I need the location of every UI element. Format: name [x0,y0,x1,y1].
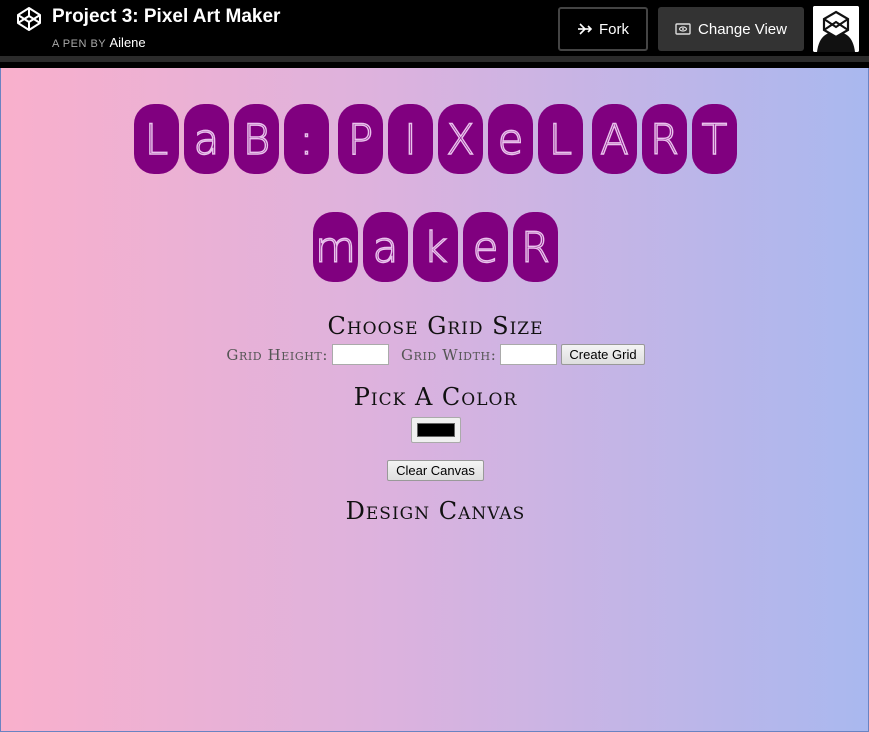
letter-tile: : [284,104,329,174]
author-link[interactable]: Ailene [110,35,146,50]
letter-tile: I [388,104,433,174]
fork-icon [578,23,593,35]
create-grid-button[interactable]: Create Grid [561,344,645,365]
letter-tile: L [538,104,583,174]
headline-word: P I X e L [338,104,583,174]
fork-button[interactable]: Fork [558,7,648,51]
grid-size-heading: Choose Grid Size [327,312,544,340]
headline-word: A R T [592,104,737,174]
codepen-header: Project 3: Pixel Art Maker A PEN BY Aile… [0,0,869,62]
change-view-button[interactable]: Change View [658,7,804,51]
letter-tile: k [413,212,458,282]
grid-height-label: Grid Height: [226,345,329,364]
headline-word: m a k e R [313,212,558,282]
pen-title[interactable]: Project 3: Pixel Art Maker [52,6,280,28]
color-heading: Pick A Color [353,383,518,411]
codepen-logo-icon[interactable] [16,6,42,32]
pen-preview: L a B : P I X e L A R T m a k e R Choose… [0,68,869,732]
letter-tile: B [234,104,279,174]
letter-tile: X [438,104,483,174]
fork-label: Fork [599,20,629,38]
letter-tile: R [642,104,687,174]
headline-word: L a B : [134,104,329,174]
letter-tile: e [488,104,533,174]
letter-tile: T [692,104,737,174]
design-canvas-heading: Design Canvas [345,497,526,525]
grid-width-label: Grid Width: [401,345,497,364]
letter-tile: m [313,212,358,282]
letter-tile: L [134,104,179,174]
avatar-icon [813,6,859,52]
change-view-label: Change View [698,20,787,38]
letter-tile: P [338,104,383,174]
byline-prefix: A PEN BY [52,38,106,50]
user-avatar[interactable] [813,6,859,52]
page-headline: L a B : P I X e L A R T m a k e R [1,104,869,320]
letter-tile: a [184,104,229,174]
color-swatch [417,423,455,437]
clear-canvas-button[interactable]: Clear Canvas [387,460,484,481]
letter-tile: R [513,212,558,282]
eye-icon [675,23,691,35]
letter-tile: a [363,212,408,282]
headline-row-2: m a k e R [1,212,869,282]
color-picker[interactable] [411,417,461,443]
letter-tile: e [463,212,508,282]
letter-tile: A [592,104,637,174]
grid-height-input[interactable] [332,344,390,365]
pen-byline: A PEN BY Ailene [52,35,146,50]
grid-size-form: Grid Height: Grid Width: Create Grid [1,344,869,365]
grid-width-input[interactable] [500,344,558,365]
headline-row-1: L a B : P I X e L A R T [1,104,869,174]
